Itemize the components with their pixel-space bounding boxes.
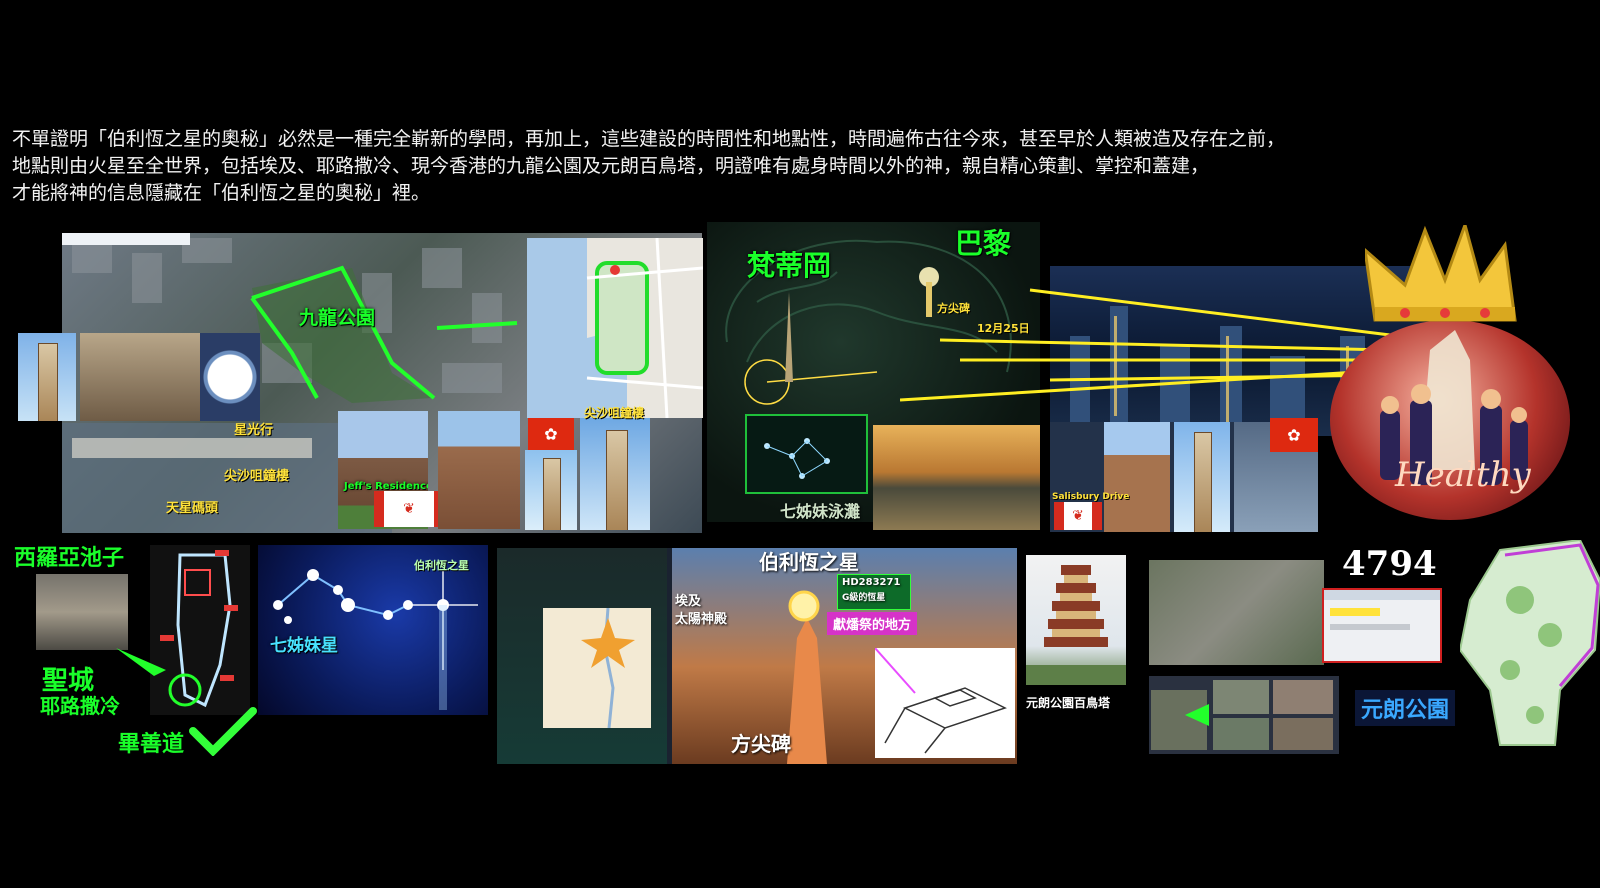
canada-flag-icon-2: [1054, 502, 1102, 530]
small-green-arrow-icon: [1185, 704, 1209, 726]
obelisk-label: 方尖碑: [731, 732, 791, 756]
egypt-panel: 伯利恆之星 HD283271 G級的恆星 獻燔祭的地方 埃及 太陽神殿 方尖碑: [497, 548, 1017, 764]
house-photo-2: [1104, 422, 1170, 532]
constellation-box: [745, 414, 868, 494]
victorian-house-photo: [438, 411, 520, 529]
hd-sub-label: G級的恆星: [842, 593, 886, 603]
pleiades-label: 七姊妹星: [270, 636, 338, 656]
jerusalem-map-graphic: [160, 550, 238, 708]
hd-code-label: HD283271: [842, 577, 901, 588]
siloam-label: 西羅亞池子: [14, 546, 125, 571]
pagoda-photo: [1026, 555, 1126, 685]
dialog-screenshot: [1322, 588, 1442, 663]
dialog-line: [1330, 624, 1410, 630]
street-map-inset: [527, 238, 703, 418]
yuen-long-tower-label: 元朗公園百鳥塔: [1026, 696, 1111, 710]
park-map-graphic: [1460, 540, 1600, 746]
healthy-script: Healthy: [1395, 455, 1531, 495]
kowloon-park-label: 九龍公園: [299, 307, 376, 329]
paris-label: 巴黎: [955, 227, 1012, 260]
pleiades-panel: 七姊妹星 伯利恆之星: [258, 545, 488, 715]
jerusalem-map: [150, 545, 250, 715]
small-map-4: [1213, 718, 1269, 750]
beach-photo: [873, 425, 1040, 530]
clock-tower-shape: [38, 343, 58, 421]
browser-address-bar: [62, 233, 190, 245]
number-label: 4794: [1342, 544, 1437, 584]
temple-sketch-graphic: [874, 647, 1007, 754]
clock-tower-tall-photo: [580, 418, 650, 530]
bethlehem-star-label: 伯利恆之星: [759, 550, 859, 574]
nile-graphic: [581, 607, 635, 729]
siloam-photo: [36, 574, 128, 650]
train-photo: [80, 333, 200, 421]
street-map-graphic: [527, 238, 703, 418]
egypt-map: [543, 607, 651, 729]
clock-tower-shape-3: [606, 430, 628, 530]
dialog-highlight: [1330, 608, 1380, 616]
good-way-label: 畢善道: [118, 732, 185, 757]
small-map-2: [1213, 680, 1269, 714]
intro-line-3: 才能將神的信息隱藏在「伯利恆之星的奧秘」裡。: [12, 182, 431, 204]
dialog-titlebar: [1324, 590, 1440, 600]
pleiades-pool-label: 七姊妹泳灘: [780, 502, 861, 521]
hong-kong-flag-icon-2: [1270, 418, 1318, 452]
healthy-orb: Healthy: [1330, 320, 1570, 520]
clock-tower-small-photo: [525, 450, 577, 530]
clock-tower-shape-4: [1194, 432, 1212, 532]
temple-sketch: [874, 647, 1015, 758]
yuen-long-small-maps: [1149, 676, 1339, 754]
constellation-graphic: [764, 438, 830, 479]
small-map-3: [1273, 680, 1333, 714]
clock-tower-shape-2: [543, 458, 561, 530]
sun-temple-label: 太陽神殿: [675, 612, 728, 627]
small-map-5: [1273, 718, 1333, 750]
intro-line-2: 地點則由火星至全世界，包括埃及、耶路撒冷、現今香港的九龍公園及元朗百鳥塔，明證唯…: [12, 155, 1210, 177]
jerusalem-label: 耶路撒冷: [40, 694, 120, 718]
clock-face-photo: [200, 333, 260, 421]
clock-tower-photo: [18, 333, 76, 421]
vatican-label: 梵蒂岡: [747, 249, 832, 282]
yuen-long-aerial: [1149, 560, 1324, 665]
sacrifice-place-label: 獻燔祭的地方: [827, 612, 918, 635]
intro-paragraph: 不單證明「伯利恆之星的奧秘」必然是一種完全嶄新的學問，再加上，這些建設的時間性和…: [12, 126, 1582, 207]
bethlehem-star-small-label: 伯利恆之星: [414, 559, 469, 572]
salisbury-label: Salisbury Drive: [1052, 492, 1130, 502]
hong-kong-flag-icon: [528, 418, 574, 450]
hd-box: HD283271 G級的恆星: [837, 574, 911, 610]
clock-tower-map-label: 尖沙咀鐘樓: [224, 469, 290, 484]
egypt-label: 埃及: [675, 594, 702, 609]
green-arrow-icon: [116, 648, 166, 676]
check-icon: [189, 707, 257, 756]
star-street-label: 星光行: [234, 423, 274, 438]
intro-line-1: 不單證明「伯利恆之星的奧秘」必然是一種完全嶄新的學問，再加上，這些建設的時間性和…: [12, 128, 1286, 150]
yuen-long-park-label: 元朗公園: [1355, 690, 1456, 726]
yuen-long-park-map: [1460, 540, 1600, 750]
star-ferry-label: 天星碼頭: [166, 501, 219, 516]
clock-tower-photo-2: [1174, 422, 1230, 532]
crown-icon: [1365, 225, 1517, 322]
canada-flag-icon: [374, 491, 444, 527]
clock-tower-photo-label: 尖沙咀鐘樓: [584, 406, 645, 420]
pagoda-graphic: [1026, 565, 1126, 685]
